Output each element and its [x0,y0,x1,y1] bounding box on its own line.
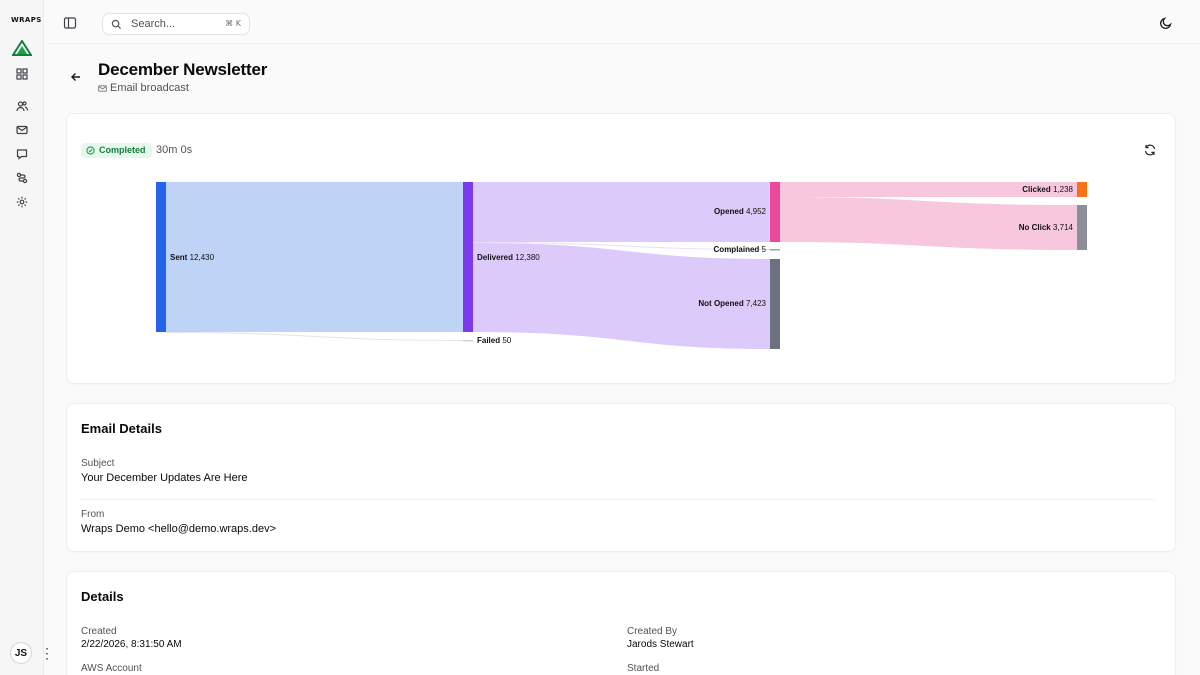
email-details-card: Email Details Subject Your December Upda… [66,403,1176,552]
page-title: December Newsletter [98,60,268,79]
user-avatar[interactable]: JS [10,642,32,664]
settings-icon[interactable] [14,194,30,210]
label-opened: Opened 4,952 [714,207,767,216]
mail-icon [98,84,107,92]
node-failed[interactable] [463,340,473,342]
workflow-icon[interactable] [14,170,30,186]
more-options-icon[interactable]: ⋮ [40,646,54,662]
node-sent[interactable] [156,182,166,332]
subject-value: Your December Updates Are Here [81,472,248,484]
top-bar: Search... ⌘ K [48,0,1200,44]
divider [81,499,1155,500]
node-not-opened[interactable] [770,259,780,349]
sidebar: WRAPS JS [0,0,44,675]
label-complained: Complained 5 [714,245,767,254]
message-icon[interactable] [14,146,30,162]
mail-icon[interactable] [14,122,30,138]
link-sent-failed [166,332,463,341]
label-delivered: Delivered 12,380 [477,253,540,262]
label-clicked: Clicked 1,238 [1022,185,1073,194]
label-failed: Failed 50 [477,336,512,345]
search-shortcut: ⌘ K [225,19,241,28]
label-sent: Sent 12,430 [170,253,215,262]
node-no-click[interactable] [1077,205,1087,250]
page-subtitle: Email broadcast [98,82,189,94]
node-opened[interactable] [770,182,780,242]
created-value: 2/22/2026, 8:31:50 AM [81,639,182,650]
sidebar-toggle-icon[interactable] [63,16,77,30]
created-label: Created [81,626,117,637]
moon-icon[interactable] [1159,16,1173,30]
node-complained[interactable] [770,249,780,251]
wraps-logo[interactable]: WRAPS [11,16,42,24]
label-not-opened: Not Opened 7,423 [698,299,766,308]
from-value: Wraps Demo <hello@demo.wraps.dev> [81,523,276,535]
search-placeholder: Search... [131,18,176,30]
from-label: From [81,509,105,520]
aws-account-label: AWS Account [81,663,142,674]
back-arrow-icon[interactable] [69,70,83,84]
search-input[interactable]: Search... ⌘ K [102,13,250,35]
delivery-flow-card: Completed 30m 0s Sent 12,430 Delivered 1… [66,113,1176,384]
node-clicked[interactable] [1077,182,1087,197]
started-label: Started [627,663,660,674]
search-icon [111,19,122,30]
delivery-flow-sankey: Sent 12,430 Delivered 12,380 Failed 50 O… [156,182,1087,349]
created-by-label: Created By [627,626,678,637]
node-delivered[interactable] [463,182,473,332]
details-title: Details [81,589,124,604]
workspace-logo-icon[interactable] [12,40,32,56]
email-details-title: Email Details [81,421,162,436]
label-no-click: No Click 3,714 [1019,223,1074,232]
dashboard-icon[interactable] [14,66,30,82]
page-subtitle-text: Email broadcast [110,82,189,94]
created-by-value: Jarods Stewart [627,639,694,650]
subject-label: Subject [81,458,115,469]
details-card: Details Created 2/22/2026, 8:31:50 AM Cr… [66,571,1176,675]
contacts-icon[interactable] [14,98,30,114]
